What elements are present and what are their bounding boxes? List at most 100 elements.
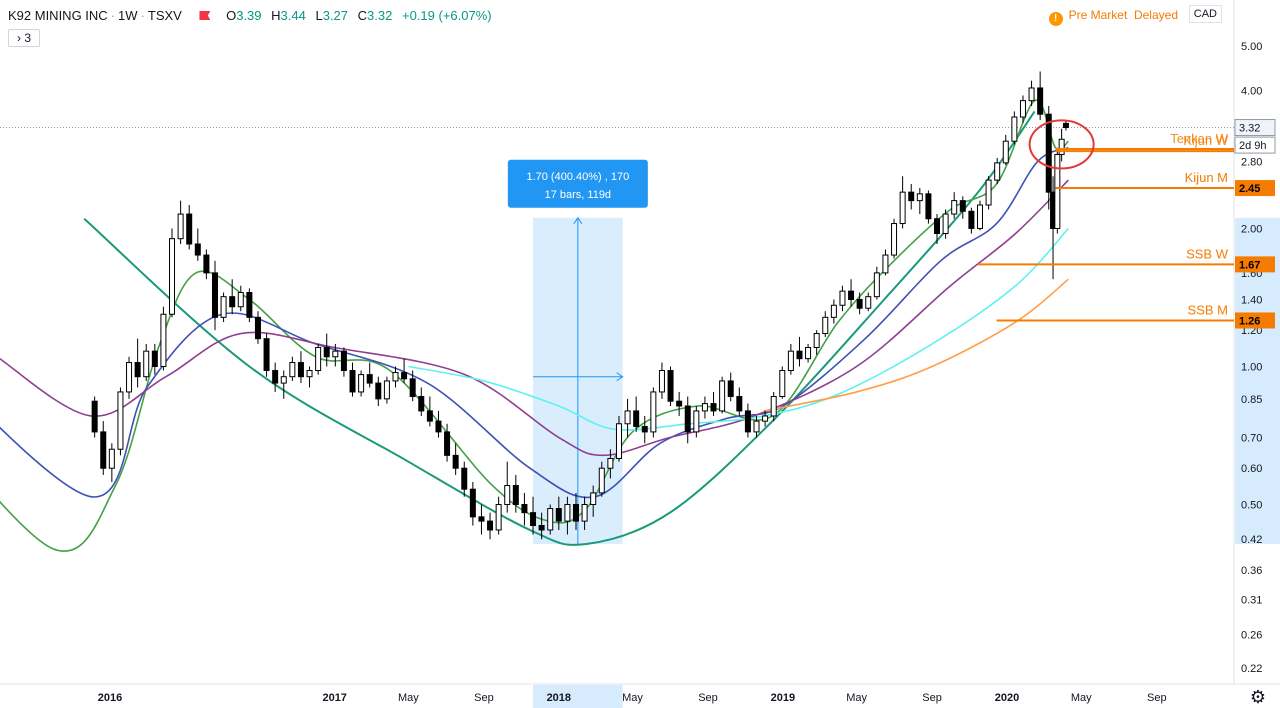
candle-body xyxy=(624,410,631,425)
candle-body xyxy=(762,415,769,422)
measure-label-line2: 17 bars, 119d xyxy=(545,189,611,201)
y-tick-label: 0.85 xyxy=(1241,394,1262,406)
candle-body xyxy=(452,454,459,469)
candle-body xyxy=(237,291,244,308)
candle-body xyxy=(332,350,339,358)
candle-body xyxy=(916,193,923,202)
candle-body xyxy=(615,423,622,459)
candle-body xyxy=(581,504,588,522)
candle-body xyxy=(100,431,107,469)
candle-body xyxy=(186,213,193,245)
candle-body xyxy=(693,410,700,433)
candle-body xyxy=(289,362,296,378)
y-tick-label: 1.40 xyxy=(1241,294,1262,306)
candle-body xyxy=(787,350,794,372)
price-label-text: 1.67 xyxy=(1239,259,1260,271)
candle-body xyxy=(1045,113,1052,193)
candle-body xyxy=(169,238,176,315)
candle-body xyxy=(676,400,683,407)
x-tick-label: May xyxy=(622,692,643,704)
candle-body xyxy=(796,350,803,360)
candle-body xyxy=(968,210,975,229)
candle-body xyxy=(297,362,304,378)
x-tick-label: 2020 xyxy=(995,692,1019,704)
candle-body xyxy=(633,410,640,427)
candle-body xyxy=(1062,122,1069,129)
candle-body xyxy=(211,272,218,318)
candle-body xyxy=(143,350,150,378)
candle-body xyxy=(151,350,158,367)
candle-body xyxy=(461,467,468,490)
candle-body xyxy=(1054,153,1061,229)
candle-body xyxy=(194,243,201,256)
candle-body xyxy=(538,524,545,531)
x-tick-label: May xyxy=(1071,692,1092,704)
candle-body xyxy=(229,296,236,308)
candle-body xyxy=(942,213,949,235)
candle-body xyxy=(512,485,519,506)
price-label-text: 2.45 xyxy=(1239,183,1260,195)
candle-body xyxy=(805,347,812,360)
candle-body xyxy=(547,508,554,531)
candle-body xyxy=(555,508,562,522)
moving-average-line xyxy=(763,278,1069,412)
candle-body xyxy=(779,370,786,398)
x-tick-label: 2018 xyxy=(547,692,571,704)
candle-body xyxy=(1058,138,1065,155)
price-chart[interactable]: 5.004.002.802.001.601.401.201.000.850.70… xyxy=(0,0,1280,708)
candle-body xyxy=(306,370,313,378)
candle-body xyxy=(976,204,983,229)
level-label: SSB W xyxy=(1186,246,1229,261)
candle-body xyxy=(220,296,227,318)
x-tick-label: May xyxy=(398,692,419,704)
x-tick-label: Sep xyxy=(474,692,494,704)
candle-body xyxy=(598,467,605,494)
candle-body xyxy=(134,362,141,378)
candle-body xyxy=(177,213,184,240)
candle-body xyxy=(1002,140,1009,164)
candle-body xyxy=(839,290,846,306)
candle-body xyxy=(727,380,734,398)
y-tick-label: 0.50 xyxy=(1241,500,1262,512)
candle-body xyxy=(744,410,751,433)
candle-body xyxy=(263,338,270,372)
price-label-text: 2d 9h xyxy=(1239,140,1267,152)
candle-body xyxy=(246,291,253,318)
candle-body xyxy=(848,290,855,300)
settings-gear-icon[interactable]: ⚙ xyxy=(1246,686,1270,708)
y-tick-label: 0.70 xyxy=(1241,433,1262,445)
candle-body xyxy=(349,370,356,393)
level-label: SSB M xyxy=(1188,302,1228,317)
candle-body xyxy=(813,333,820,349)
x-tick-label: Sep xyxy=(698,692,718,704)
candle-body xyxy=(409,378,416,398)
candle-body xyxy=(822,316,829,335)
candle-body xyxy=(607,457,614,469)
y-tick-label: 2.80 xyxy=(1241,156,1262,168)
measure-label-line1: 1.70 (400.40%) , 170 xyxy=(526,171,629,183)
candle-body xyxy=(856,298,863,309)
x-tick-label: 2019 xyxy=(771,692,795,704)
candle-body xyxy=(951,200,958,215)
candle-body xyxy=(504,485,511,506)
candle-body xyxy=(108,448,115,469)
candle-body xyxy=(315,347,322,372)
candle-body xyxy=(667,370,674,402)
y-tick-label: 1.00 xyxy=(1241,361,1262,373)
candle-body xyxy=(572,504,579,522)
candle-body xyxy=(736,396,743,412)
candle-body xyxy=(1037,87,1044,115)
candle-body xyxy=(375,382,382,400)
candle-body xyxy=(203,254,210,274)
level-label: Kijun W xyxy=(1183,133,1229,148)
candle-body xyxy=(366,374,373,384)
price-label-text: 1.26 xyxy=(1239,315,1260,327)
candle-body xyxy=(701,403,708,412)
candle-body xyxy=(830,304,837,318)
y-tick-label: 0.31 xyxy=(1241,595,1262,607)
candle-body xyxy=(650,391,657,433)
x-tick-label: 2016 xyxy=(98,692,122,704)
candle-body xyxy=(925,193,932,220)
candle-body xyxy=(530,512,537,526)
candle-body xyxy=(323,347,330,358)
